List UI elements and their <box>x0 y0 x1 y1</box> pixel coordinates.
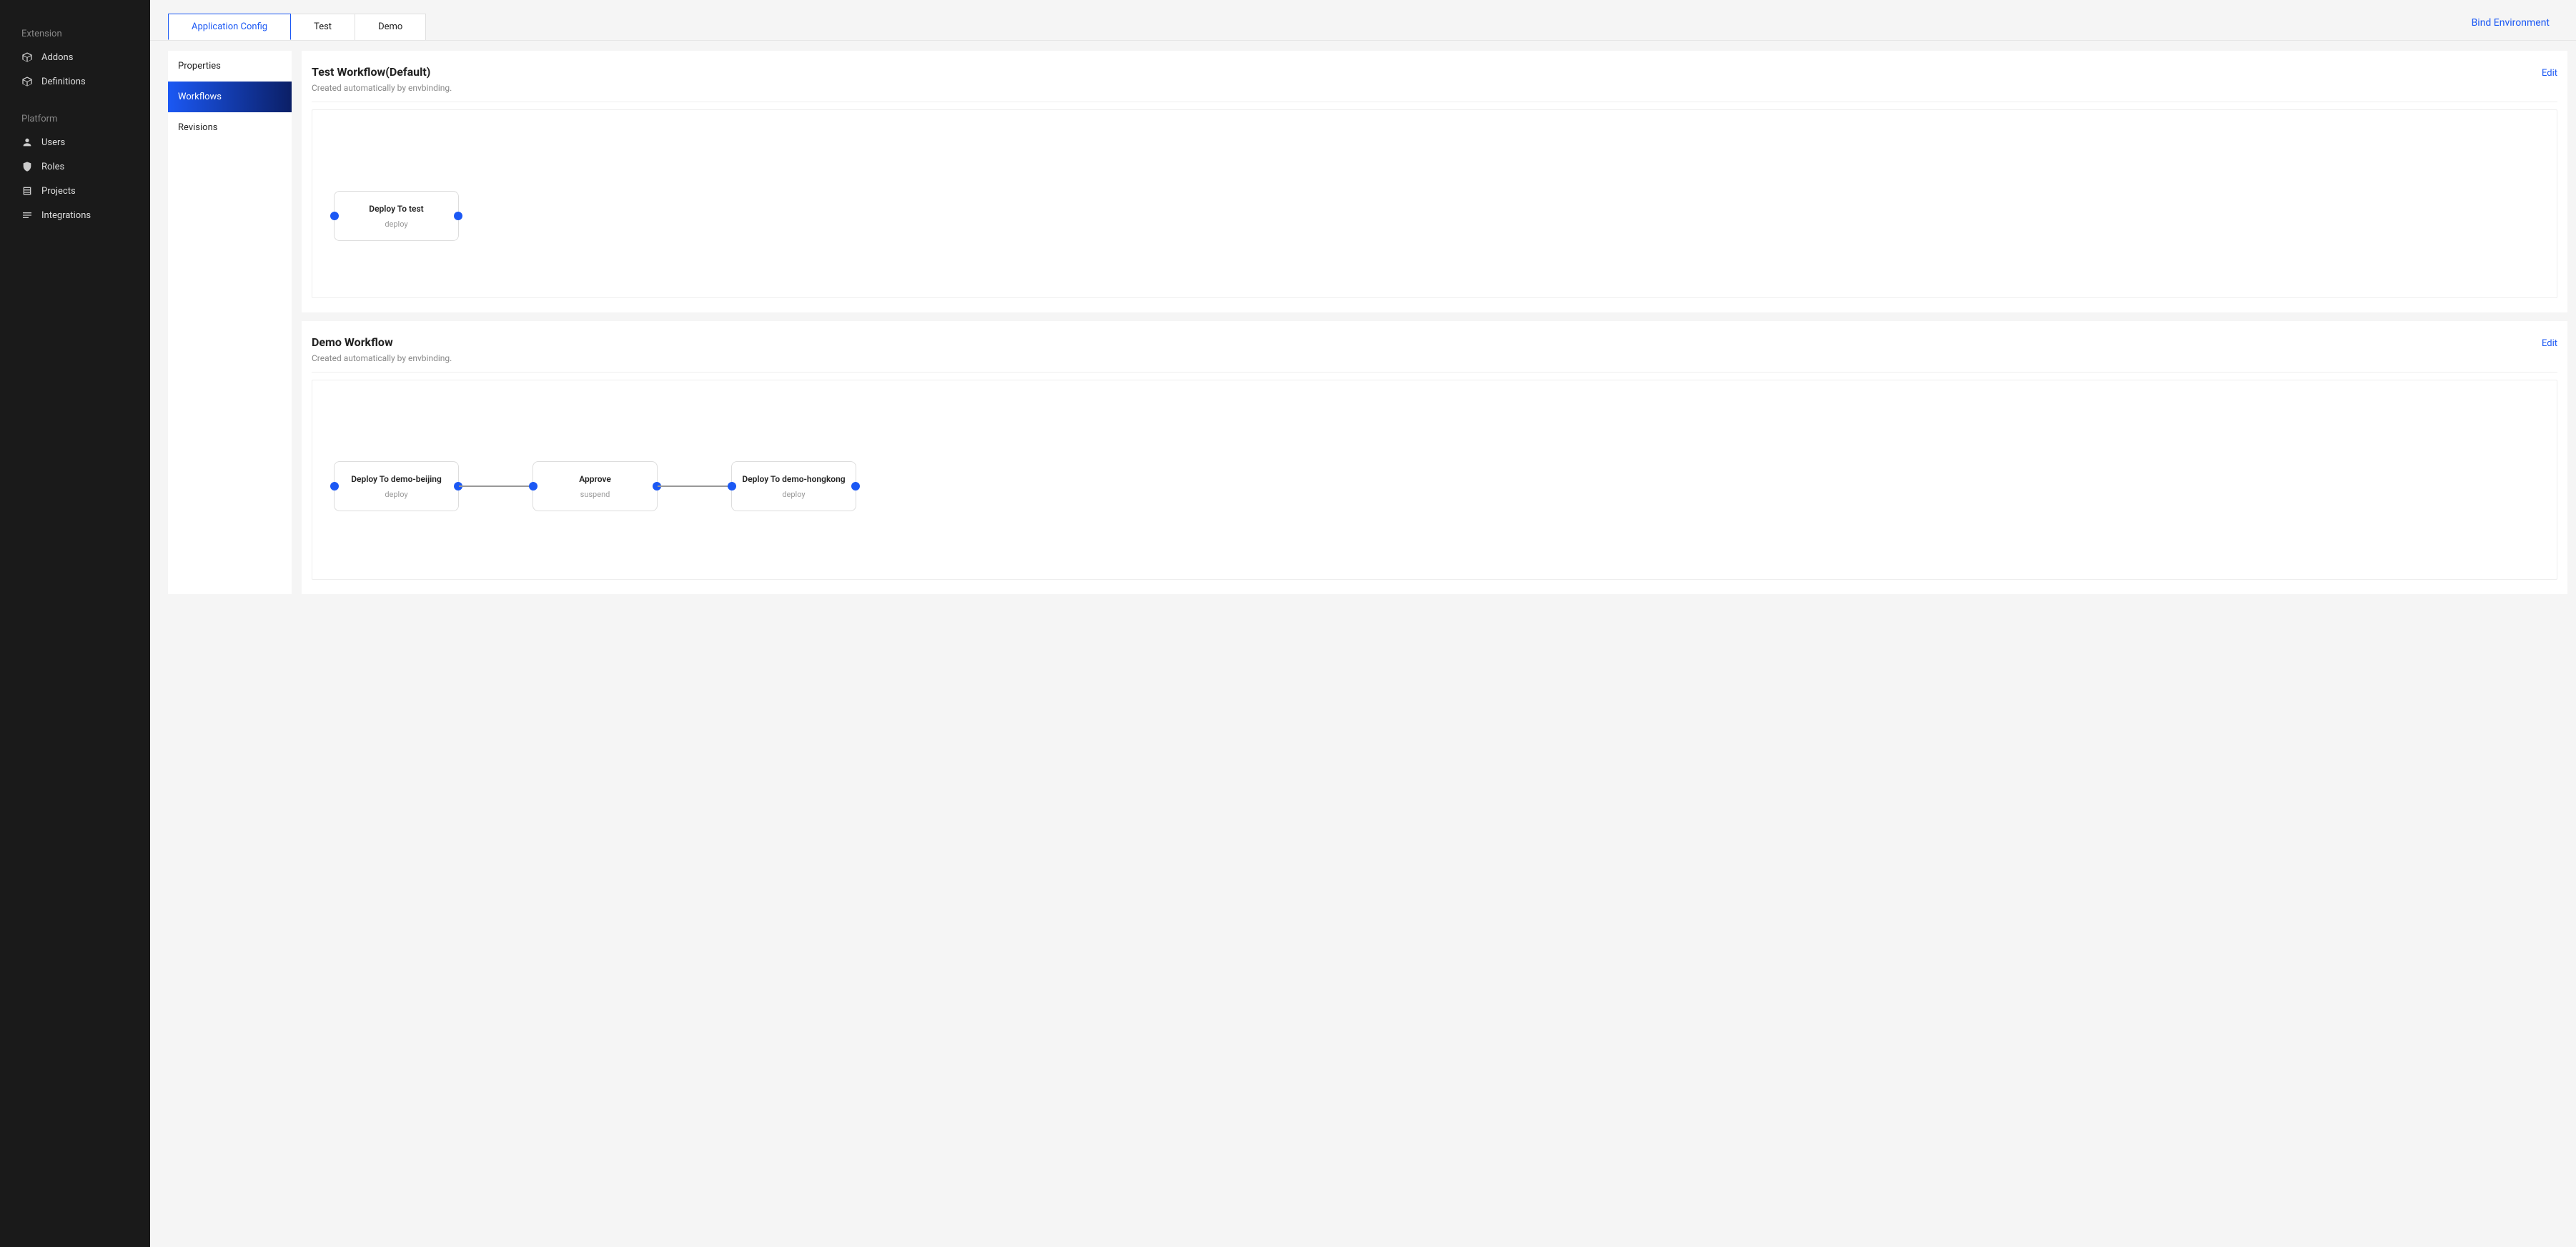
sidebar-item-projects[interactable]: Projects <box>0 179 150 203</box>
workflow-title: Test Workflow(Default) <box>312 65 452 79</box>
workflow-node-title: Deploy To demo-hongkong <box>742 474 845 484</box>
sidebar-item-addons[interactable]: Addons <box>0 45 150 69</box>
sidebar-item-label: Definitions <box>41 77 86 87</box>
workflow-node[interactable]: Deploy To demo-hongkong deploy <box>731 461 856 511</box>
sidebar-item-roles[interactable]: Roles <box>0 154 150 179</box>
tab-application-config[interactable]: Application Config <box>168 14 291 40</box>
node-port-left[interactable] <box>330 482 339 491</box>
node-port-left[interactable] <box>728 482 736 491</box>
sub-nav: Properties Workflows Revisions <box>168 51 292 594</box>
divider <box>312 372 2557 373</box>
sidebar-item-label: Integrations <box>41 210 91 221</box>
tab-demo[interactable]: Demo <box>355 14 426 40</box>
cube-icon <box>21 51 33 63</box>
workflow-canvas[interactable]: Deploy To demo-beijing deploy Approve su… <box>312 380 2557 580</box>
workflow-node-title: Deploy To demo-beijing <box>351 474 442 484</box>
workflow-edge <box>658 486 731 487</box>
subnav-item-properties[interactable]: Properties <box>168 51 292 82</box>
lines-icon <box>21 210 33 221</box>
sidebar-item-label: Users <box>41 137 65 148</box>
sidebar-item-definitions[interactable]: Definitions <box>0 69 150 94</box>
workflow-area: Test Workflow(Default) Created automatic… <box>302 51 2567 594</box>
sidebar-item-label: Roles <box>41 162 64 172</box>
sidebar-item-label: Projects <box>41 186 76 197</box>
workflow-node-title: Approve <box>579 474 611 484</box>
workflow-panel: Demo Workflow Created automatically by e… <box>302 321 2567 594</box>
workflow-node[interactable]: Deploy To demo-beijing deploy <box>334 461 459 511</box>
node-port-left[interactable] <box>330 212 339 220</box>
sidebar-item-label: Addons <box>41 52 73 63</box>
shield-icon <box>21 161 33 172</box>
workflow-node[interactable]: Deploy To test deploy <box>334 191 459 241</box>
sidebar-section-extension: Extension <box>0 21 150 45</box>
main-content: Application Config Test Demo Bind Enviro… <box>150 0 2576 1247</box>
node-port-right[interactable] <box>454 212 462 220</box>
cube-icon <box>21 76 33 87</box>
list-box-icon <box>21 185 33 197</box>
workflow-edge <box>459 486 532 487</box>
workflow-title: Demo Workflow <box>312 335 452 349</box>
tab-test[interactable]: Test <box>290 14 355 40</box>
workflow-canvas[interactable]: Deploy To test deploy <box>312 109 2557 298</box>
workflow-node-title: Deploy To test <box>369 204 423 214</box>
node-port-left[interactable] <box>529 482 538 491</box>
sidebar: Extension Addons Definitions Platform Us… <box>0 0 150 1247</box>
workflow-node-type: deploy <box>782 490 805 499</box>
workflow-node[interactable]: Approve suspend <box>532 461 658 511</box>
workflow-panel: Test Workflow(Default) Created automatic… <box>302 51 2567 312</box>
tab-bar: Application Config Test Demo Bind Enviro… <box>150 0 2576 41</box>
workflow-subtitle: Created automatically by envbinding. <box>312 353 452 363</box>
workflow-subtitle: Created automatically by envbinding. <box>312 83 452 93</box>
workflow-node-type: suspend <box>580 490 610 499</box>
sidebar-item-integrations[interactable]: Integrations <box>0 203 150 227</box>
edit-link[interactable]: Edit <box>2542 338 2557 349</box>
subnav-item-workflows[interactable]: Workflows <box>168 82 292 112</box>
workflow-node-type: deploy <box>385 490 407 499</box>
subnav-item-revisions[interactable]: Revisions <box>168 112 292 143</box>
workflow-node-type: deploy <box>385 220 407 229</box>
node-port-right[interactable] <box>851 482 860 491</box>
users-icon <box>21 137 33 148</box>
bind-environment-link[interactable]: Bind Environment <box>2463 13 2558 40</box>
edit-link[interactable]: Edit <box>2542 68 2557 79</box>
sidebar-item-users[interactable]: Users <box>0 130 150 154</box>
sidebar-section-platform: Platform <box>0 107 150 130</box>
